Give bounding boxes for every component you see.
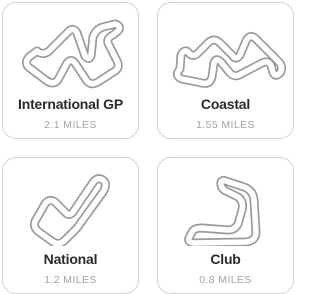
track-card-national[interactable]: National 1.2 MILES <box>2 157 139 294</box>
track-name: Coastal <box>200 96 251 112</box>
track-distance: 2.1 MILES <box>44 119 97 131</box>
track-distance: 1.55 MILES <box>196 119 255 131</box>
track-name: International GP <box>18 96 123 112</box>
track-card-coastal[interactable]: Coastal 1.55 MILES <box>157 2 294 139</box>
club-track-icon <box>184 176 261 246</box>
track-card-international-gp[interactable]: International GP 2.1 MILES <box>2 2 139 139</box>
national-track-icon <box>29 174 110 246</box>
track-name: Club <box>210 251 241 267</box>
track-name: National <box>43 251 98 267</box>
track-distance: 0.8 MILES <box>199 274 252 286</box>
coastal-track-icon <box>172 31 287 88</box>
international-gp-track-icon <box>21 19 124 89</box>
track-card-club[interactable]: Club 0.8 MILES <box>157 157 294 294</box>
track-distance: 1.2 MILES <box>44 274 97 286</box>
